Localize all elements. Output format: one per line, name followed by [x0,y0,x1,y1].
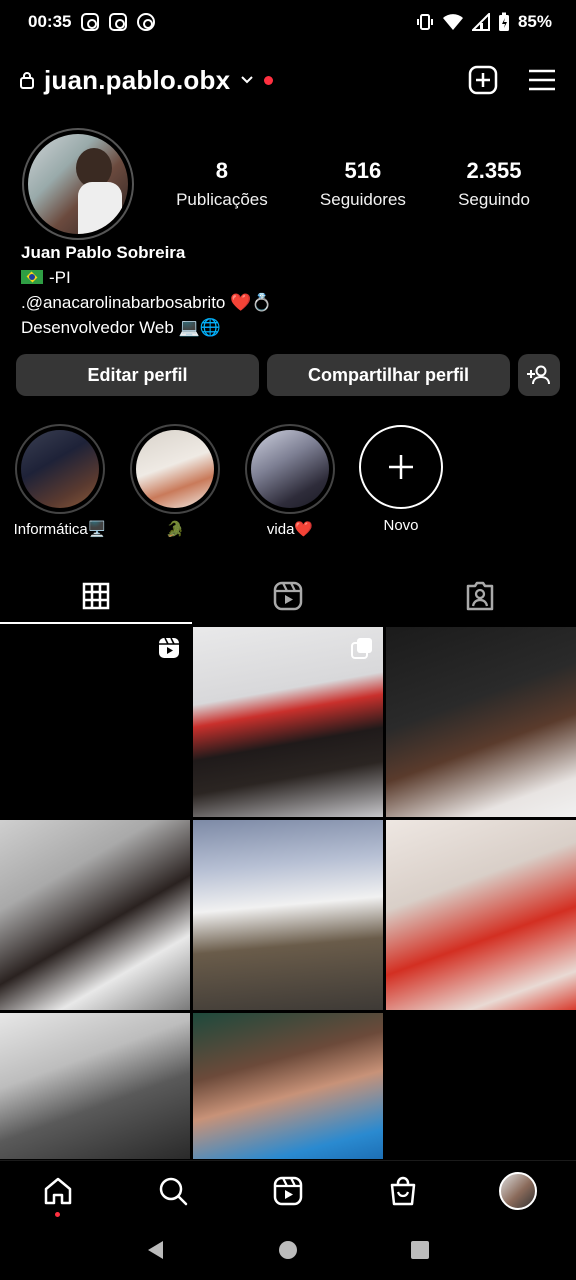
notification-dot [264,75,274,85]
tab-reels[interactable] [192,568,384,624]
new-post-icon[interactable] [468,65,498,95]
menu-icon[interactable] [528,68,556,92]
highlight-new[interactable]: Novo [341,425,461,534]
brazil-flag-icon [21,270,43,284]
vibrate-icon [416,14,433,30]
following-label: Seguindo [458,190,530,209]
plus-icon [389,455,413,479]
nav-home[interactable] [28,1161,88,1221]
post-thumbnail[interactable] [193,1013,383,1159]
nav-reels[interactable] [258,1161,318,1221]
account-username[interactable]: juan.pablo.obx [44,65,230,96]
lock-icon [20,72,34,89]
highlight-label: Informática🖥️ [13,521,107,538]
nav-shop[interactable] [373,1161,433,1221]
post-thumbnail[interactable] [386,627,576,817]
back-icon[interactable] [145,1239,167,1261]
highlight-label: Novo [383,517,419,534]
carousel-icon [351,638,372,659]
post-thumbnail[interactable] [193,820,383,1010]
bio-location: -PI [49,268,71,287]
share-profile-button[interactable]: Compartilhar perfil [267,354,510,396]
story-highlights: Informática🖥️ 🐊 vida❤️ Novo [0,424,576,544]
post-thumbnail[interactable] [0,820,190,1010]
stat-followers[interactable]: 516 Seguidores [320,158,406,210]
profile-tabs [0,568,576,624]
posts-label: Publicações [176,190,268,209]
search-icon [159,1177,188,1205]
following-count: 2.355 [466,158,522,183]
instagram-notification-icon [81,13,100,31]
highlight-ring [15,424,105,514]
profile-stats: 8 Publicações 516 Seguidores 2.355 Segui… [150,158,556,210]
highlight-label: 🐊 [165,521,185,538]
bottom-navigation [0,1160,576,1220]
profile-avatar[interactable] [22,128,134,240]
profile-avatar-small [499,1171,538,1210]
instagram-notification-icon-2 [109,13,128,31]
highlight-ring [130,424,220,514]
post-thumbnail[interactable] [386,820,576,1010]
avatar-image [28,134,128,234]
highlight-ring [245,424,335,514]
tab-tagged[interactable] [384,568,576,624]
post-thumbnail[interactable] [193,627,383,817]
followers-label: Seguidores [319,190,406,209]
nav-search[interactable] [143,1161,203,1221]
shopping-bag-icon [390,1176,416,1205]
tab-posts-grid[interactable] [0,568,192,624]
battery-charging-icon [498,12,509,31]
reels-icon [273,581,303,611]
nav-profile[interactable] [488,1161,548,1221]
profile-bio: Juan Pablo Sobreira -PI .@anacarolinabar… [21,240,272,340]
profile-name: Juan Pablo Sobreira [21,243,186,262]
wifi-icon [442,14,463,30]
highlight-image [251,430,329,508]
home-button-icon[interactable] [277,1239,299,1261]
grid-icon [82,582,110,610]
status-bar: 00:35 85% [0,0,576,44]
new-highlight-ring [359,425,443,509]
recents-icon[interactable] [409,1239,431,1261]
post-thumbnail[interactable] [0,627,190,817]
bio-occupation: Desenvolvedor Web 💻🌐 [21,318,221,337]
battery-level: 85% [517,12,552,31]
reel-icon [159,637,179,658]
bio-mention[interactable]: .@anacarolinabarbosabrito ❤️💍 [21,290,272,315]
profile-header: juan.pablo.obx [0,56,576,104]
posts-count: 8 [215,158,229,183]
status-time: 00:35 [28,12,72,31]
stat-posts[interactable]: 8 Publicações [176,158,268,210]
bio-location-line: -PI [21,265,272,290]
highlight-image [21,430,99,508]
add-person-icon [527,365,550,385]
profile-actions: Editar perfil Compartilhar perfil [16,354,560,396]
home-icon [44,1177,71,1204]
tagged-icon [466,581,494,611]
stat-following[interactable]: 2.355 Seguindo [458,158,530,210]
post-thumbnail[interactable] [0,1013,190,1159]
highlight-vida[interactable]: vida❤️ [230,424,350,538]
app-notification-icon [137,13,156,31]
highlight-label: vida❤️ [266,521,314,538]
highlight-crocodile[interactable]: 🐊 [115,424,235,538]
chevron-down-icon[interactable] [240,73,254,87]
signal-icon [471,13,490,31]
highlight-informatica[interactable]: Informática🖥️ [0,424,120,538]
edit-profile-button[interactable]: Editar perfil [16,354,259,396]
highlight-image [136,430,214,508]
home-notification-dot [54,1211,60,1217]
discover-people-button[interactable] [518,354,560,396]
followers-count: 516 [344,158,382,183]
system-navigation [0,1220,576,1280]
reels-icon [273,1176,303,1205]
